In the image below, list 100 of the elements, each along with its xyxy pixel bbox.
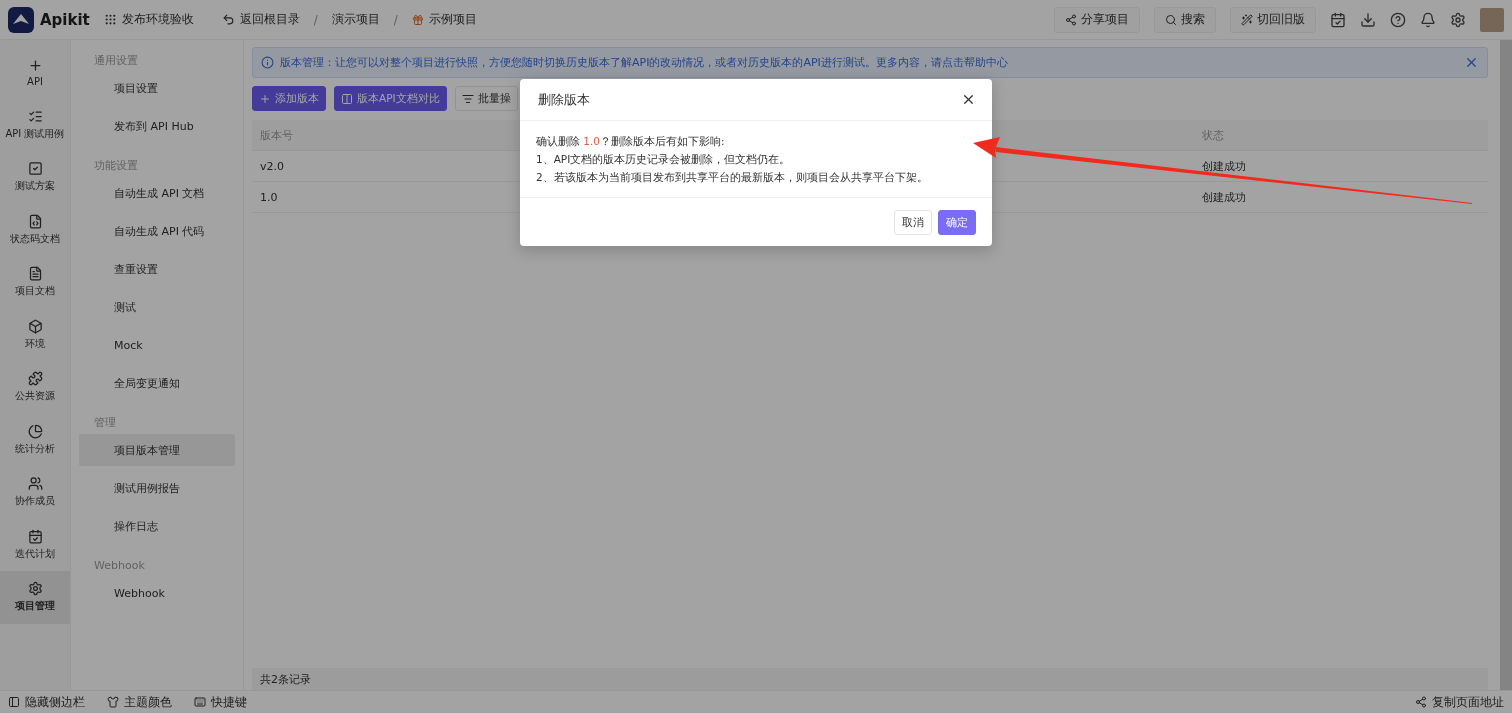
footer-link[interactable]: 主题颜色 [107,693,172,711]
plus-icon [259,92,271,105]
info-icon [261,56,274,69]
notice-text: 版本管理：让您可以对整个项目进行快照，方便您随时切换历史版本了解API的改动情况，或者对历史版本的API进行测试。更多内容，请点击帮助中心 [280,55,1009,70]
workspace-link[interactable]: 发布环境验收 [103,11,194,28]
nav-item[interactable]: Mock [79,329,235,361]
rail-label: API 测试用例 [5,126,65,141]
table-cell-text: 创建成功 [1201,158,1247,174]
shirt-icon [107,696,119,708]
breadcrumb-separator: / [393,12,398,27]
rail-label: 协作成员 [15,494,55,509]
rail-label: 项目管理 [15,599,55,614]
table-cell-text: 创建成功 [1201,189,1247,205]
close-icon[interactable] [961,92,976,107]
document-icon [27,266,43,282]
confirm-button[interactable]: 确定 [938,209,976,235]
share-icon [1415,696,1427,708]
nav-item[interactable]: 查重设置 [79,253,235,285]
nav-item[interactable]: Webhook [79,577,235,609]
toolbar-button[interactable]: 添加版本 [252,86,326,111]
nav-item[interactable]: 自动生成 API 代码 [79,215,235,247]
checklist-icon [27,108,43,124]
plus-icon [27,57,43,73]
checkbox-icon [27,161,43,177]
rail-label: 测试方案 [15,179,55,194]
nav-item[interactable]: 测试 [79,291,235,323]
download-icon[interactable] [1360,11,1376,28]
rail-item[interactable]: 迭代计划 [0,518,70,571]
nav-item[interactable]: 项目设置 [79,72,235,104]
settings-icon [27,581,43,597]
nav-item[interactable]: 项目版本管理 [79,434,235,466]
calendar-icon [27,528,43,544]
logo-icon [8,6,34,33]
dialog-title: 删除版本 [538,90,590,109]
breadcrumb-link[interactable]: 演示项目 [331,11,380,28]
users-icon [27,476,43,492]
rail-label: 公共资源 [15,389,55,404]
toolbar-button[interactable]: 版本API文档对比 [334,86,447,111]
rail-label: API [27,75,43,87]
wand-icon [1241,13,1253,26]
rail-item[interactable]: 项目管理 [0,571,70,624]
rail-item[interactable]: API [0,46,70,99]
sidebar-icon [8,696,20,708]
columns-icon [341,92,353,105]
bell-icon[interactable] [1420,11,1436,28]
list-icon [461,92,474,105]
toolbar-button[interactable]: 批量操 [454,86,518,111]
scrollbar[interactable] [1500,40,1512,690]
search-icon [1165,13,1177,26]
rail-label: 环境 [25,336,45,351]
nav-item[interactable]: 发布到 API Hub [79,110,235,142]
keyboard-icon [194,696,206,708]
nav-item[interactable]: 全局变更通知 [79,367,235,399]
rail-label: 统计分析 [15,441,55,456]
dialog-text: 2、若该版本为当前项目发布到共享平台的最新版本，则项目会从共享平台下架。 [536,170,929,185]
app-name: Apikit [40,10,90,29]
rail-item[interactable]: 状态码文档 [0,203,70,256]
pie-chart-icon [27,423,43,439]
grid-icon [103,13,117,26]
breadcrumb-link[interactable]: 示例项目 [411,11,477,28]
breadcrumb-separator: / [313,12,318,27]
nav-item[interactable]: 自动生成 API 文档 [79,177,235,209]
back-link[interactable]: 返回根目录 [221,11,300,28]
record-count: 共2条记录 [260,671,311,687]
help-icon[interactable] [1390,11,1406,28]
nav-group-title: Webhook [93,558,146,574]
cancel-button[interactable]: 取消 [894,209,932,235]
table-cell-text: 1.0 [259,190,279,204]
dialog-text: 确认删除 1.0？删除版本后有如下影响: [536,134,726,149]
rail-item[interactable]: 公共资源 [0,361,70,414]
cube-icon [27,318,43,334]
nav-group-title: 功能设置 [93,158,139,174]
rail-item[interactable]: 统计分析 [0,413,70,466]
calendar-icon[interactable] [1330,11,1346,28]
rail-label: 状态码文档 [10,231,60,246]
rail-item[interactable]: API 测试用例 [0,98,70,151]
settings-icon[interactable] [1450,11,1466,28]
toolbar-button[interactable]: 搜索 [1154,6,1216,33]
nav-item[interactable]: 操作日志 [79,510,235,542]
nav-group-title: 通用设置 [93,53,139,69]
toolbar-button[interactable]: 分享项目 [1054,6,1140,33]
undo-icon [221,13,235,26]
puzzle-icon [27,371,43,387]
copy-link[interactable]: 复制页面地址 [1415,693,1504,711]
rail-label: 迭代计划 [15,546,55,561]
rail-item[interactable]: 测试方案 [0,151,70,204]
gift-icon [411,13,424,26]
rail-label: 项目文档 [15,284,55,299]
rail-item[interactable]: 环境 [0,308,70,361]
dialog-text: 1、API文档的版本历史记录会被删除，但文档仍在。 [536,152,792,167]
footer-link[interactable]: 隐藏侧边栏 [8,693,85,711]
share-icon [1065,13,1077,26]
nav-item[interactable]: 测试用例报告 [79,472,235,504]
file-code-icon [27,213,43,229]
column-header: 状态 [1201,127,1225,143]
table-cell-text: v2.0 [259,159,285,173]
footer-link[interactable]: 快捷键 [194,693,247,711]
rail-item[interactable]: 协作成员 [0,466,70,519]
rail-item[interactable]: 项目文档 [0,256,70,309]
toolbar-button[interactable]: 切回旧版 [1230,6,1316,33]
